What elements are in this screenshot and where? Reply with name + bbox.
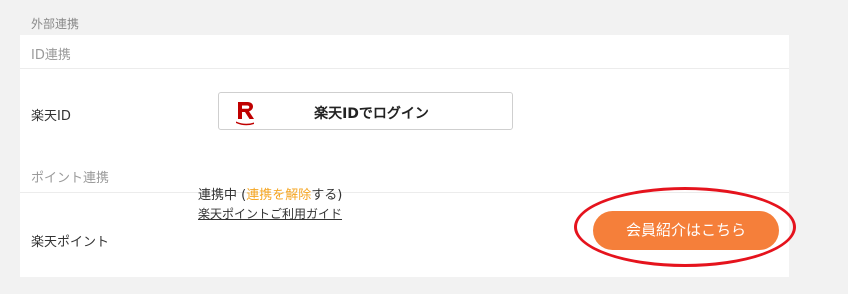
- point-guide-link[interactable]: 楽天ポイントご利用ガイド: [198, 205, 342, 222]
- link-status: 連携中 (連携を解除する): [198, 188, 342, 204]
- link-status-prefix: 連携中 (: [198, 188, 247, 203]
- link-status-suffix: する): [311, 188, 343, 203]
- rakuten-point-label: 楽天ポイント: [31, 235, 110, 250]
- rakuten-id-label: 楽天ID: [31, 109, 71, 124]
- login-button-label: 楽天IDでログイン: [314, 106, 429, 122]
- section-title: 外部連携: [31, 17, 80, 31]
- member-referral-button[interactable]: 会員紹介はこちら: [593, 211, 779, 250]
- point-link-header-label: ポイント連携: [31, 171, 110, 186]
- point-link-header: ポイント連携: [20, 158, 789, 193]
- rakuten-id-login-button[interactable]: 楽天IDでログイン: [218, 92, 513, 130]
- id-link-header-label: ID連携: [31, 48, 71, 63]
- unlink-link[interactable]: 連携を解除: [246, 188, 311, 203]
- id-link-header: ID連携: [20, 35, 789, 69]
